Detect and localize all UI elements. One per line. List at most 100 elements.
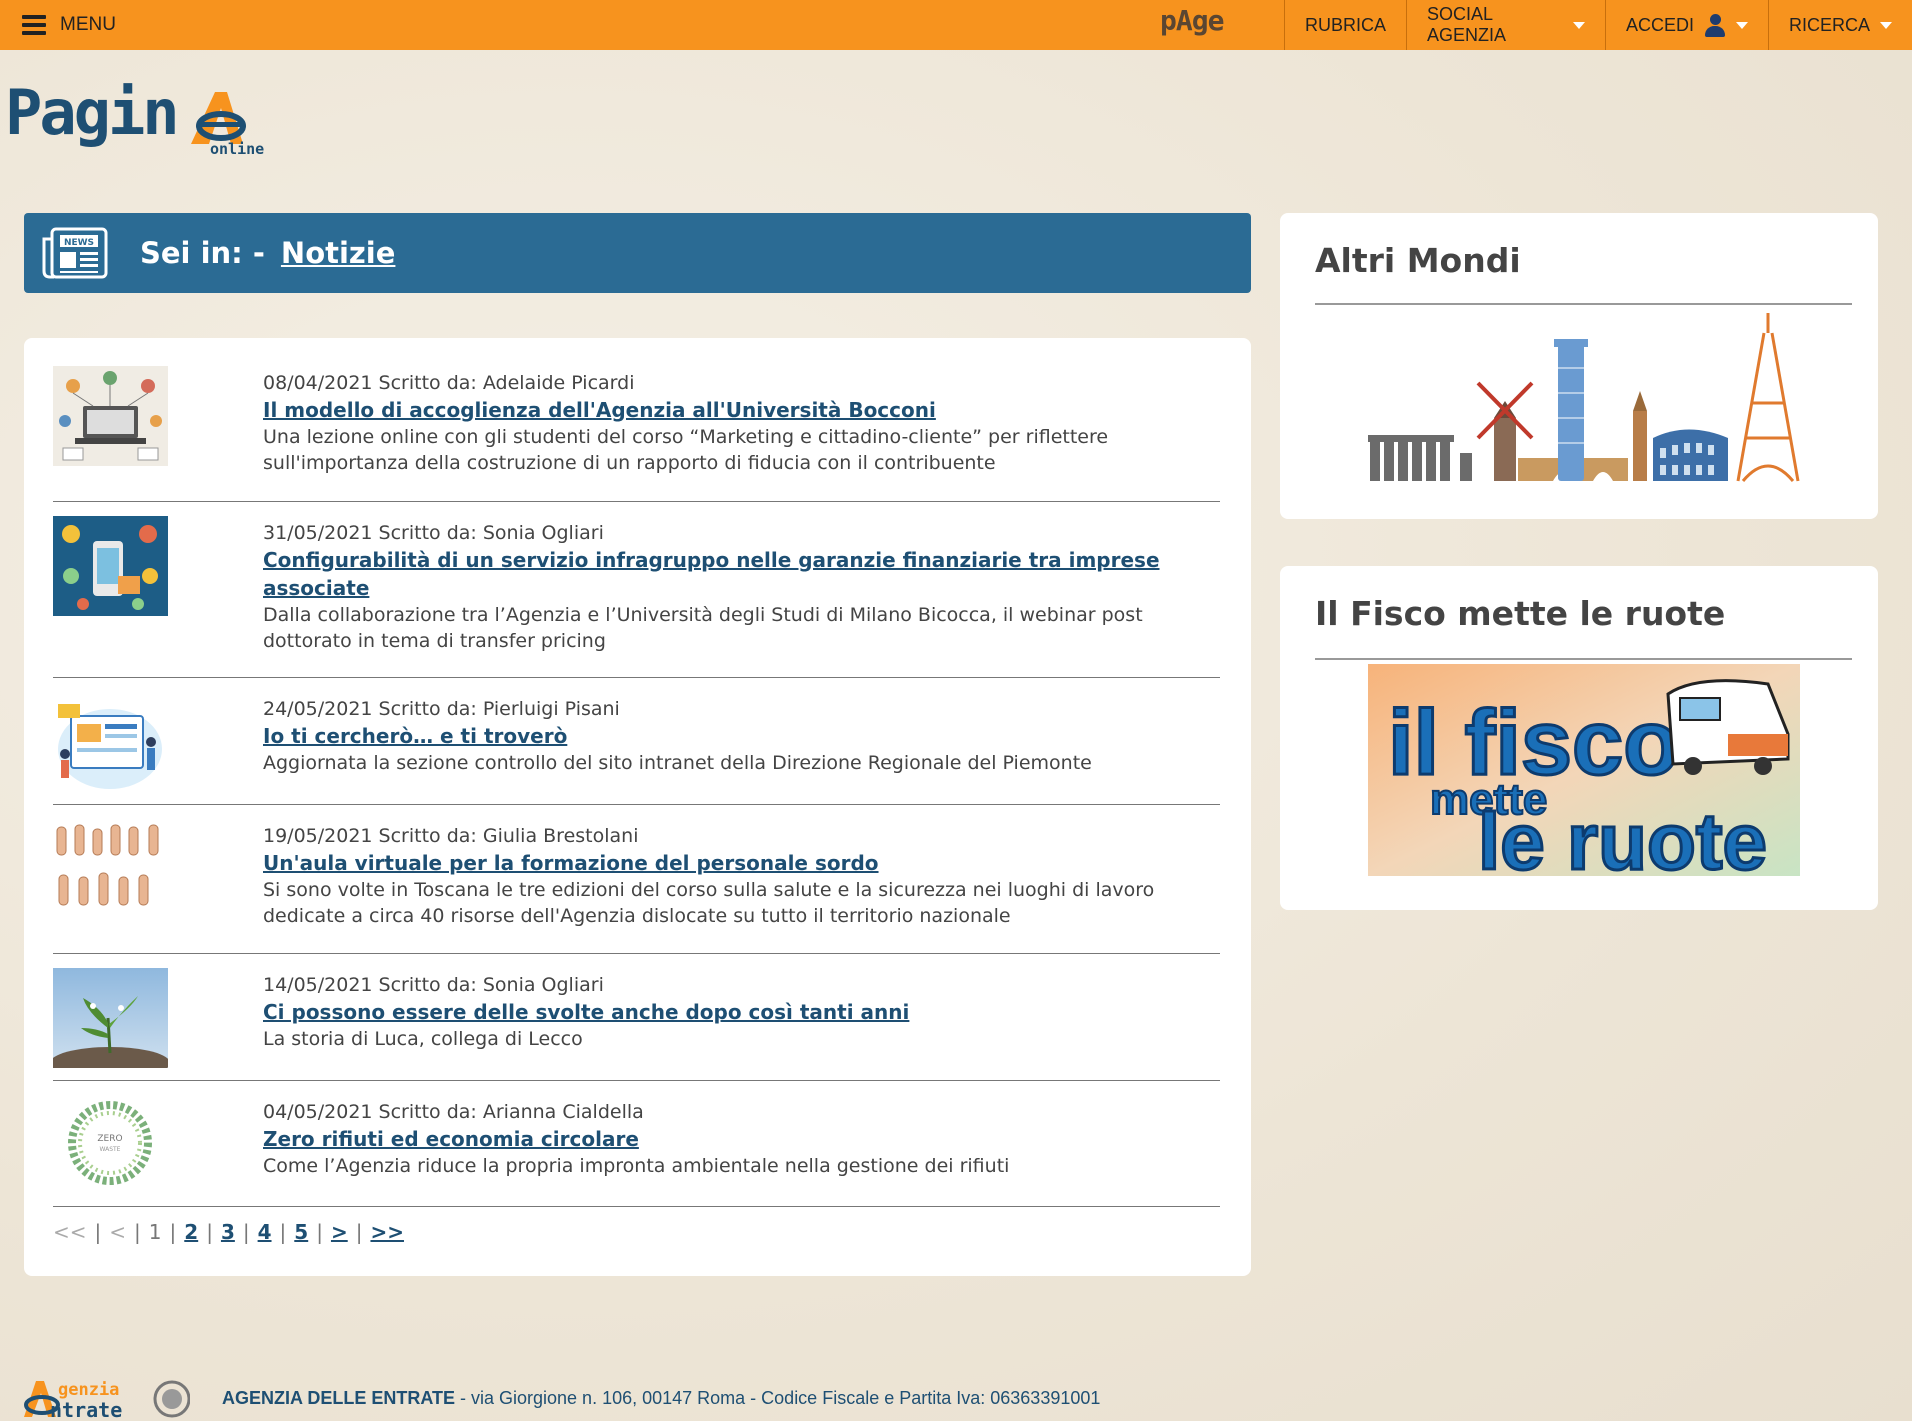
news-thumbnail[interactable]	[53, 968, 168, 1068]
nav-accedi[interactable]: ACCEDI	[1604, 0, 1768, 50]
news-item: 24/05/2021 Scritto da: Pierluigi Pisani …	[53, 678, 1220, 805]
news-title-link[interactable]: Configurabilità di un servizio infragrup…	[263, 546, 1220, 602]
news-item: ZERO WASTE 04/05/2021 Scritto da: Ariann…	[53, 1081, 1220, 1207]
pager-sep: |	[355, 1220, 363, 1244]
news-description: Come l’Agenzia riduce la propria impront…	[263, 1155, 1010, 1177]
chevron-down-icon	[1572, 21, 1585, 29]
pager-first: <<	[53, 1220, 87, 1244]
agenzia-entrate-logo[interactable]: genzia ntrate	[20, 1375, 190, 1421]
nav-social-agenzia[interactable]: SOCIAL AGENZIA	[1406, 0, 1605, 50]
news-meta: 04/05/2021 Scritto da: Arianna Cialdella	[263, 1101, 644, 1123]
pager-page-link[interactable]: 3	[221, 1220, 235, 1244]
news-meta: 14/05/2021 Scritto da: Sonia Ogliari	[263, 974, 604, 996]
footer-address: AGENZIA DELLE ENTRATE - via Giorgione n.…	[222, 1388, 1100, 1409]
top-nav: RUBRICA SOCIAL AGENZIA ACCEDI RICERCA	[1284, 0, 1912, 50]
news-meta: 19/05/2021 Scritto da: Giulia Brestolani	[263, 825, 639, 847]
divider	[1315, 303, 1852, 305]
logo-subtitle: online	[210, 140, 265, 158]
footer-logo-top: genzia	[58, 1380, 119, 1400]
divider	[1315, 658, 1852, 660]
pager-sep: |	[279, 1220, 287, 1244]
pager-current: 1	[148, 1220, 162, 1244]
news-item: 19/05/2021 Scritto da: Giulia Brestolani…	[53, 805, 1220, 954]
fisco-ruote-widget: Il Fisco mette le ruote il fisco mette l…	[1280, 566, 1878, 910]
laptop-network-illustration-icon	[53, 366, 168, 466]
finance-icons-illustration-icon	[53, 516, 168, 616]
fisco-ruote-banner[interactable]: il fisco mette le ruote	[1368, 664, 1800, 876]
pager-sep: |	[169, 1220, 177, 1244]
news-title-link[interactable]: Ci possono essere delle svolte anche dop…	[263, 998, 1220, 1026]
news-text: 31/05/2021 Scritto da: Sonia Ogliari Con…	[263, 520, 1220, 654]
pager-next-link[interactable]: >	[331, 1220, 348, 1244]
footer-logo-bottom: ntrate	[50, 1398, 122, 1421]
newspaper-icon: NEWS	[42, 227, 108, 279]
news-thumbnail[interactable]	[53, 366, 168, 466]
pager-sep: |	[134, 1220, 141, 1244]
camper-van-icon	[1666, 679, 1790, 775]
pager-sep: |	[242, 1220, 250, 1244]
pager-page-link[interactable]: 2	[184, 1220, 198, 1244]
news-description: Dalla collaborazione tra l’Agenzia e l’U…	[263, 604, 1143, 652]
pager-last-link[interactable]: >>	[370, 1220, 404, 1244]
news-thumbnail[interactable]	[53, 819, 168, 919]
banner-line3: le ruote	[1478, 797, 1767, 876]
news-title-link[interactable]: Zero rifiuti ed economia circolare	[263, 1125, 1220, 1153]
footer: genzia ntrate AGENZIA DELLE ENTRATE - vi…	[20, 1375, 1900, 1421]
sign-language-hands-icon	[53, 819, 168, 919]
pager-prev: <	[109, 1220, 127, 1244]
news-meta: 31/05/2021 Scritto da: Sonia Ogliari	[263, 522, 604, 544]
zero-waste-wreath-icon: ZERO WASTE	[53, 1093, 168, 1193]
news-panel: 08/04/2021 Scritto da: Adelaide Picardi …	[24, 338, 1251, 1276]
footer-org: AGENZIA DELLE ENTRATE	[222, 1387, 455, 1408]
news-title-link[interactable]: Il modello di accoglienza dell'Agenzia a…	[263, 396, 1220, 424]
nav-label: ACCEDI	[1625, 14, 1694, 35]
pager-page-link[interactable]: 5	[294, 1220, 308, 1244]
news-description: La storia di Luca, collega di Lecco	[263, 1028, 583, 1050]
news-text: 08/04/2021 Scritto da: Adelaide Picardi …	[263, 370, 1220, 476]
chevron-down-icon	[1735, 21, 1748, 29]
breadcrumb-prefix: Sei in: -	[140, 236, 265, 270]
news-item: 08/04/2021 Scritto da: Adelaide Picardi …	[53, 366, 1220, 502]
pager-page-link[interactable]: 4	[258, 1220, 272, 1244]
nav-label: RUBRICA	[1305, 14, 1387, 35]
svg-text:ZERO: ZERO	[97, 1134, 122, 1144]
site-logo[interactable]: Pagin online	[5, 82, 285, 162]
menu-button[interactable]: MENU	[22, 14, 116, 36]
svg-text:NEWS: NEWS	[64, 238, 94, 248]
breadcrumb: NEWS Sei in: - Notizie	[24, 213, 1251, 293]
menu-label: MENU	[60, 14, 116, 35]
footer-address-text: - via Giorgione n. 106, 00147 Roma - Cod…	[455, 1387, 1101, 1408]
news-meta: 08/04/2021 Scritto da: Adelaide Picardi	[263, 372, 635, 394]
plant-sprout-photo-icon	[53, 968, 168, 1068]
news-title-link[interactable]: Un'aula virtuale per la formazione del p…	[263, 849, 1220, 877]
pager-sep: |	[94, 1220, 102, 1244]
news-text: 04/05/2021 Scritto da: Arianna Cialdella…	[263, 1099, 1220, 1179]
top-bar: MENU pAge RUBRICA SOCIAL AGENZIA ACCEDI …	[0, 0, 1912, 50]
nav-label: RICERCA	[1788, 14, 1870, 35]
pager-sep: |	[206, 1220, 213, 1244]
nav-rubrica[interactable]: RUBRICA	[1284, 0, 1406, 50]
world-landmarks-banner[interactable]	[1368, 313, 1808, 493]
news-title-link[interactable]: Io ti cercherò… e ti troverò	[263, 722, 1220, 750]
news-description: Aggiornata la sezione controllo del sito…	[263, 752, 1092, 774]
news-thumbnail[interactable]	[53, 516, 168, 616]
altri-mondi-widget: Altri Mondi	[1280, 213, 1878, 519]
nav-label: SOCIAL AGENZIA	[1427, 4, 1507, 45]
user-icon	[1704, 13, 1726, 37]
news-item: 14/05/2021 Scritto da: Sonia Ogliari Ci …	[53, 954, 1220, 1081]
news-item: 31/05/2021 Scritto da: Sonia Ogliari Con…	[53, 502, 1220, 678]
news-thumbnail[interactable]	[53, 694, 168, 794]
widget-title: Altri Mondi	[1315, 241, 1521, 280]
nav-ricerca[interactable]: RICERCA	[1767, 0, 1912, 50]
news-description: Si sono volte in Toscana le tre edizioni…	[263, 879, 1155, 927]
news-text: 14/05/2021 Scritto da: Sonia Ogliari Ci …	[263, 972, 1220, 1052]
breadcrumb-current-link[interactable]: Notizie	[281, 236, 396, 270]
news-text: 24/05/2021 Scritto da: Pierluigi Pisani …	[263, 696, 1220, 776]
page-brand-logo[interactable]: pAge	[1160, 4, 1224, 37]
logo-text: Pagin	[5, 76, 180, 149]
news-text: 19/05/2021 Scritto da: Giulia Brestolani…	[263, 823, 1220, 929]
hamburger-icon	[22, 15, 46, 35]
news-thumbnail[interactable]: ZERO WASTE	[53, 1093, 168, 1193]
svg-text:WASTE: WASTE	[100, 1146, 121, 1153]
pager-sep: |	[316, 1220, 323, 1244]
